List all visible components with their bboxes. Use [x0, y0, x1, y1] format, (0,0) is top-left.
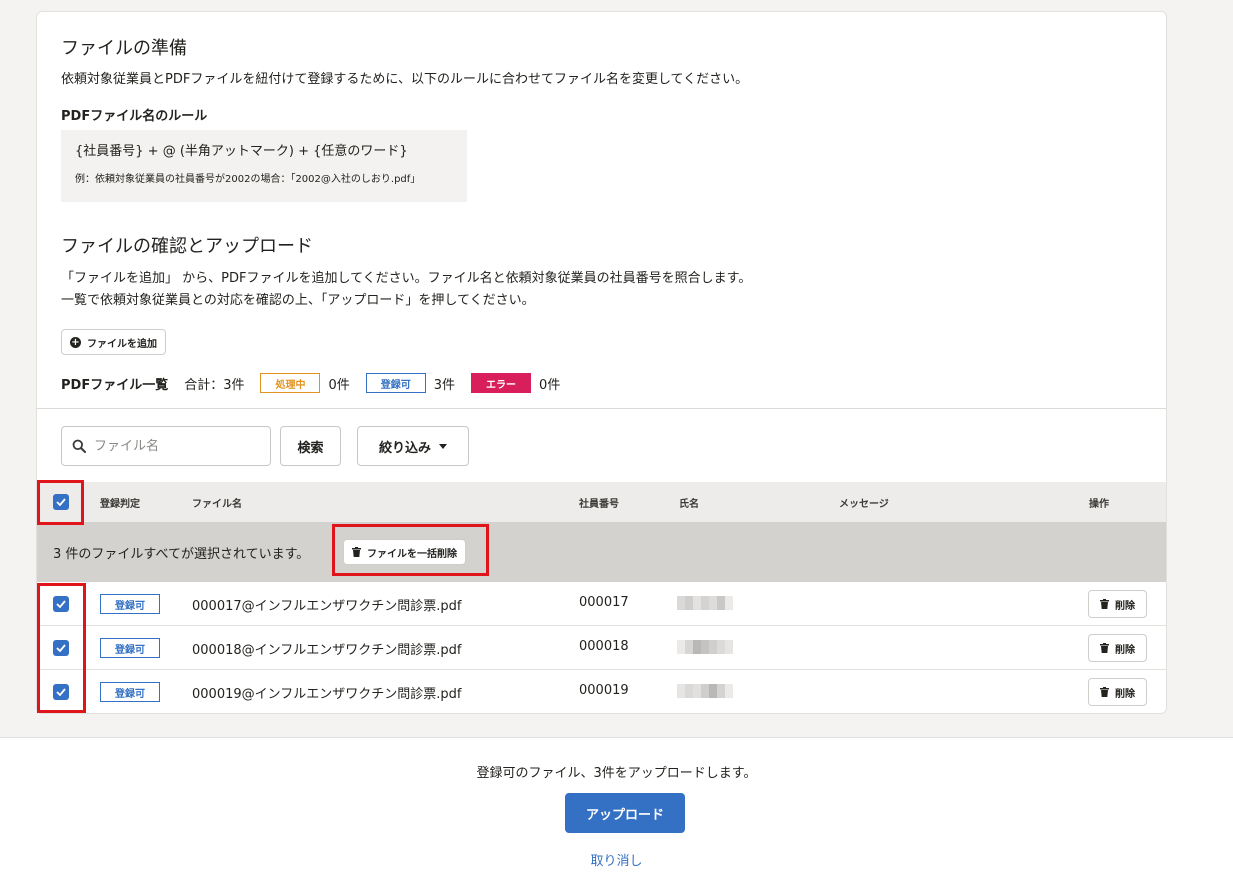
filter-dropdown-button[interactable]: 絞り込み	[357, 426, 469, 466]
table-header: 登録判定 ファイル名 社員番号 氏名 メッセージ 操作	[37, 482, 1166, 522]
footer-bar: 登録可のファイル、3件をアップロードします。 アップロード 取り消し	[0, 737, 1233, 886]
search-icon	[72, 439, 86, 453]
processing-count: 0件	[328, 377, 350, 393]
error-badge: エラー	[471, 373, 532, 393]
filter-label: 絞り込み	[378, 440, 431, 456]
add-file-button[interactable]: + ファイルを追加	[61, 329, 166, 355]
row-filename: 000017@インフルエンザワクチン問診票.pdf	[192, 599, 462, 614]
error-count: 0件	[539, 377, 561, 393]
col-filename: ファイル名	[192, 499, 242, 510]
row-filename: 000018@インフルエンザワクチン問診票.pdf	[192, 643, 462, 658]
row-employee-no: 000019	[579, 683, 629, 698]
upload-card: ファイルの準備 依頼対象従業員とPDFファイルを紐付けて登録するために、以下のル…	[36, 11, 1167, 714]
confirm-line1: 「ファイルを追加」 から、PDFファイルを追加してください。ファイル名と依頼対象…	[61, 271, 752, 286]
table-row: 登録可 000017@インフルエンザワクチン問診票.pdf 000017 削除	[37, 582, 1166, 626]
search-button[interactable]: 検索	[280, 426, 341, 466]
delete-label: 削除	[1115, 688, 1135, 700]
confirm-line2: 一覧で依頼対象従業員との対応を確認の上、「アップロード」を押してください。	[61, 293, 535, 308]
col-status: 登録判定	[100, 499, 140, 510]
bulk-delete-label: ファイルを一括削除	[367, 548, 457, 560]
trash-icon	[352, 547, 361, 557]
delete-label: 削除	[1115, 644, 1135, 656]
table-row: 登録可 000019@インフルエンザワクチン問診票.pdf 000019 削除	[37, 670, 1166, 713]
row-checkbox[interactable]	[53, 640, 69, 656]
selection-bar: 3 件のファイルすべてが選択されています。 ファイルを一括削除	[37, 522, 1166, 582]
summary-title: PDFファイル一覧	[61, 377, 169, 393]
delete-label: 削除	[1115, 600, 1135, 612]
col-message: メッセージ	[839, 499, 889, 510]
row-employee-name-blurred	[677, 684, 733, 698]
row-status-badge: 登録可	[100, 594, 160, 614]
delete-row-button[interactable]: 削除	[1088, 634, 1147, 662]
prep-title: ファイルの準備	[61, 38, 187, 59]
cancel-link-text[interactable]: 取り消し	[590, 854, 642, 869]
col-employee-no: 社員番号	[579, 499, 619, 510]
rule-formula: {社員番号} + @ (半角アットマーク) + {任意のワード}	[75, 144, 408, 159]
trash-icon	[1100, 643, 1109, 653]
select-all-checkbox[interactable]	[53, 494, 69, 510]
check-icon	[56, 688, 66, 696]
trash-icon	[1100, 687, 1109, 697]
row-checkbox[interactable]	[53, 684, 69, 700]
caret-down-icon	[439, 443, 447, 449]
row-employee-no: 000018	[579, 639, 629, 654]
row-employee-name-blurred	[677, 640, 733, 654]
ok-count: 3件	[433, 377, 456, 393]
prep-description: 依頼対象従業員とPDFファイルを紐付けて登録するために、以下のルールに合わせてフ…	[61, 72, 749, 87]
file-summary: PDFファイル一覧 合計：3件 処理中 0件 登録可 3件 エラー 0件	[61, 372, 576, 394]
check-icon	[56, 644, 66, 652]
rule-title: PDFファイル名のルール	[61, 109, 208, 124]
col-name: 氏名	[679, 499, 699, 510]
add-file-label: ファイルを追加	[87, 338, 157, 350]
processing-badge: 処理中	[260, 373, 321, 393]
rule-example: 例：依頼対象従業員の社員番号が2002の場合：「2002@入社のしおり.pdf」	[75, 174, 421, 185]
row-employee-no: 000017	[579, 595, 629, 610]
delete-row-button[interactable]: 削除	[1088, 590, 1147, 618]
trash-icon	[1100, 599, 1109, 609]
delete-row-button[interactable]: 削除	[1088, 678, 1147, 706]
row-filename: 000019@インフルエンザワクチン問診票.pdf	[192, 687, 462, 702]
ok-badge: 登録可	[365, 373, 426, 393]
row-status-badge: 登録可	[100, 682, 160, 702]
row-status-badge: 登録可	[100, 638, 160, 658]
row-employee-name-blurred	[677, 596, 733, 610]
rule-box: {社員番号} + @ (半角アットマーク) + {任意のワード} 例：依頼対象従…	[61, 130, 467, 202]
bulk-delete-button[interactable]: ファイルを一括削除	[343, 539, 466, 565]
upload-message: 登録可のファイル、3件をアップロードします。	[476, 766, 757, 781]
confirm-title: ファイルの確認とアップロード	[61, 236, 313, 257]
plus-circle-icon: +	[70, 336, 81, 348]
table-row: 登録可 000018@インフルエンザワクチン問診票.pdf 000018 削除	[37, 626, 1166, 670]
row-checkbox[interactable]	[53, 596, 69, 612]
cancel-link: 取り消し	[0, 850, 1233, 869]
search-input[interactable]	[94, 438, 254, 454]
section-divider	[37, 408, 1166, 409]
check-icon	[56, 498, 66, 506]
summary-total: 合計：3件	[184, 377, 245, 393]
selection-message: 3 件のファイルすべてが選択されています。	[53, 547, 310, 562]
upload-button[interactable]: アップロード	[565, 793, 685, 833]
check-icon	[56, 600, 66, 608]
col-actions: 操作	[1089, 499, 1109, 510]
search-field[interactable]	[61, 426, 271, 466]
